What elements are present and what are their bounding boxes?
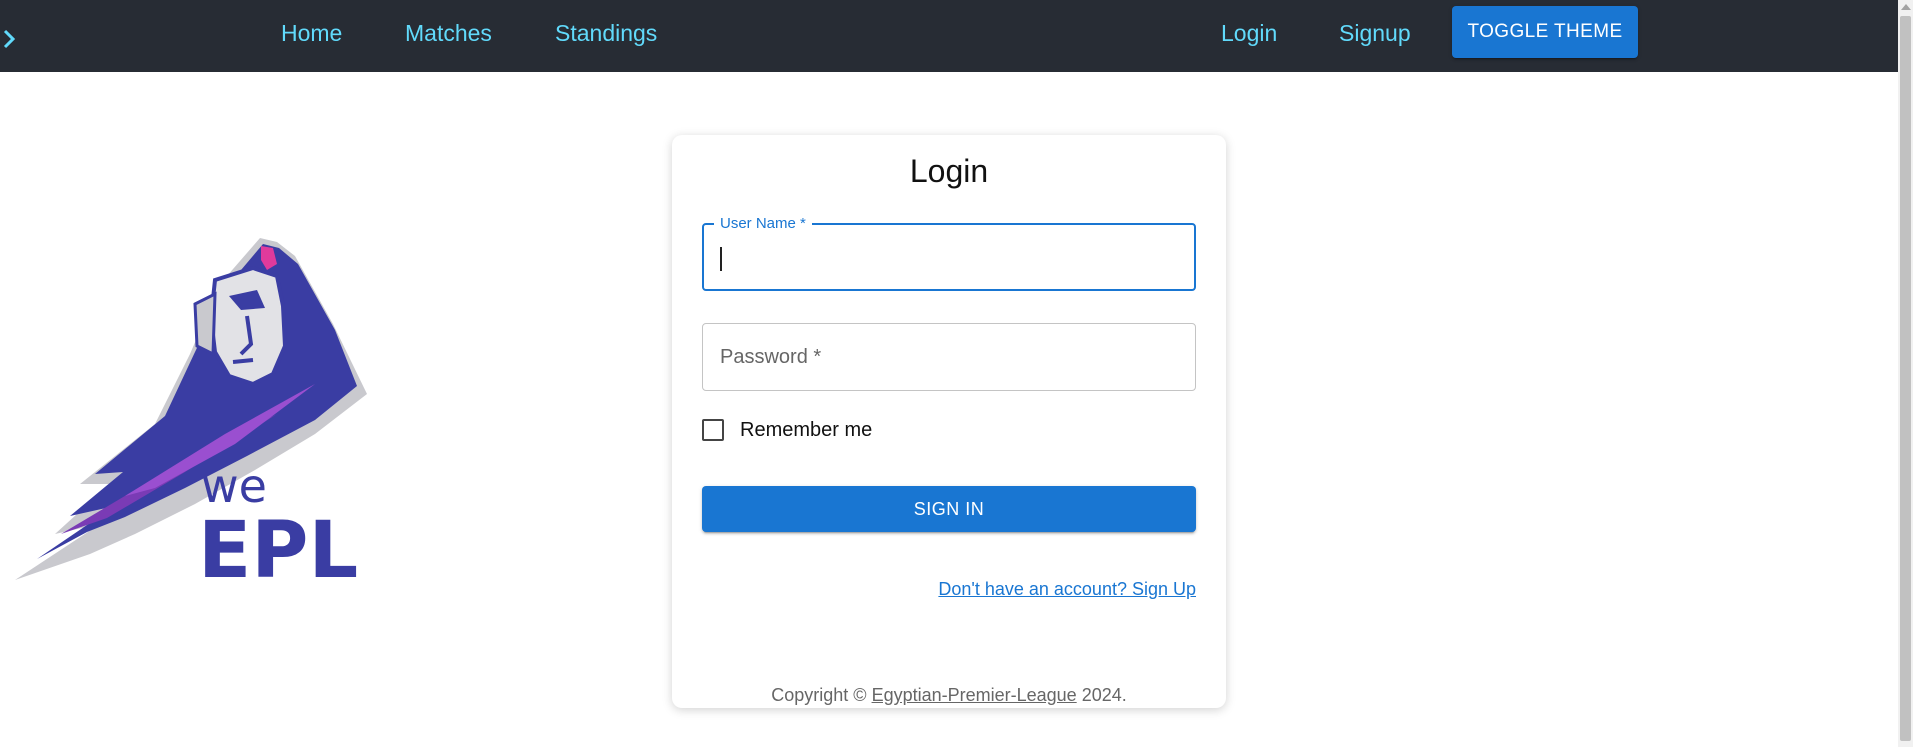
copyright-prefix: Copyright © (771, 685, 872, 705)
sign-in-button[interactable]: SIGN IN (702, 486, 1196, 532)
nav-link-login[interactable]: Login (1221, 20, 1277, 47)
logo-we-text: we (201, 459, 267, 513)
username-input[interactable] (704, 225, 1194, 289)
copyright-suffix: 2024. (1076, 685, 1127, 705)
login-card: Login User Name * Password * Remember me… (672, 135, 1226, 708)
copyright-link[interactable]: Egyptian-Premier-League (872, 685, 1077, 705)
username-field[interactable]: User Name * (702, 215, 1196, 291)
page-scrollbar[interactable] (1898, 0, 1913, 747)
remember-me-checkbox[interactable] (702, 419, 724, 441)
scrollbar-thumb[interactable] (1900, 16, 1911, 741)
remember-me-row[interactable]: Remember me (702, 417, 872, 443)
password-input[interactable] (703, 324, 1195, 390)
copyright-footer: Copyright © Egyptian-Premier-League 2024… (672, 685, 1226, 706)
password-field[interactable]: Password * (702, 323, 1196, 391)
login-title: Login (909, 153, 989, 189)
nav-link-home[interactable]: Home (281, 20, 342, 47)
logo-epl-text: EPL (198, 506, 358, 580)
nav-link-signup[interactable]: Signup (1339, 20, 1411, 47)
nav-link-standings[interactable]: Standings (555, 20, 657, 47)
toggle-theme-button[interactable]: TOGGLE THEME (1452, 6, 1638, 58)
top-navbar: Home Matches Standings Login Signup TOGG… (0, 0, 1898, 72)
signup-link[interactable]: Don't have an account? Sign Up (938, 579, 1196, 600)
chevron-right-icon[interactable] (2, 28, 16, 50)
we-epl-sphinx-logo: we EPL (15, 238, 367, 580)
nav-link-matches[interactable]: Matches (405, 20, 492, 47)
remember-me-label[interactable]: Remember me (740, 419, 872, 442)
scroll-up-arrow-icon[interactable] (1901, 4, 1911, 10)
